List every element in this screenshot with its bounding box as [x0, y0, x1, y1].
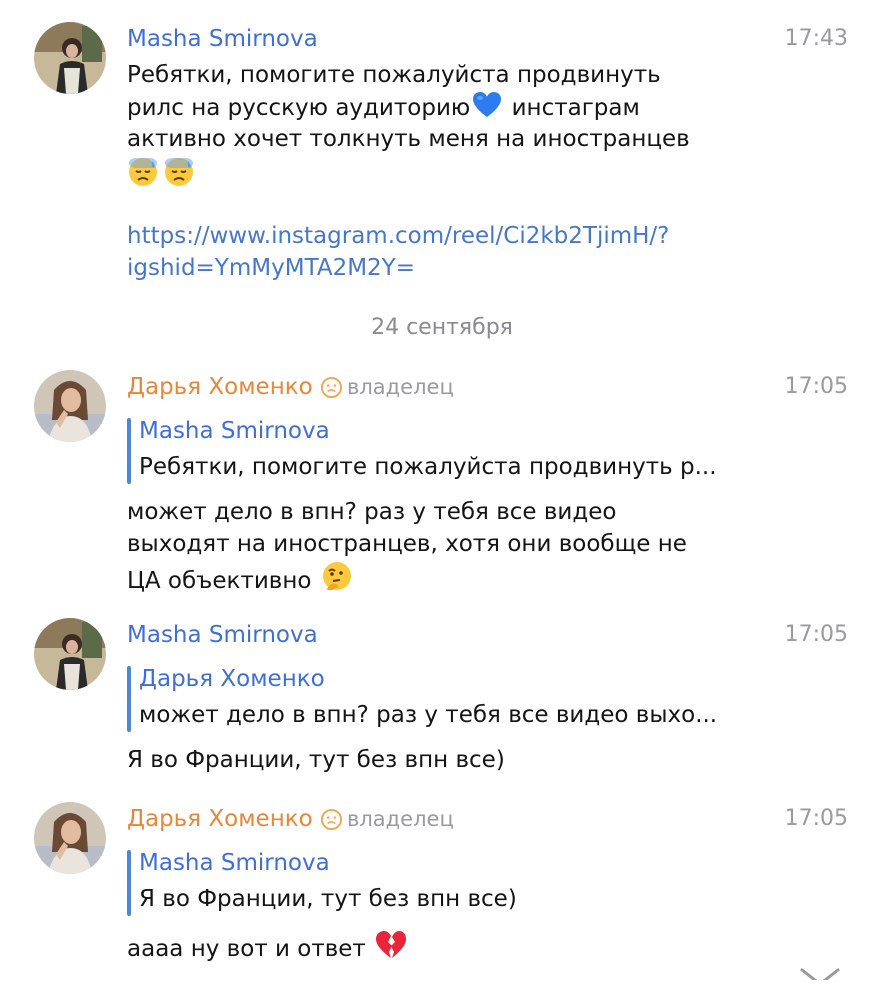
message-line-text: инстаграм: [511, 95, 640, 121]
reply-bar: [127, 666, 131, 732]
reply-author: Masha Smirnova: [139, 850, 330, 876]
reply-text: может дело в впн? раз у тебя все видео в…: [139, 702, 718, 728]
message-time: 17:05: [784, 374, 848, 399]
chevron-down-icon: [800, 968, 840, 984]
message-line: ЦА объективно: [127, 560, 355, 601]
thinking-icon: [321, 560, 353, 601]
message-3: Masha Smirnova 17:05 Дарья Хоменко может…: [0, 608, 884, 788]
message-line: Ребятки, помогите пожалуйста продвинуть: [127, 62, 661, 88]
message-line: Я во Франции, тут без впн все): [127, 747, 505, 773]
reply-quote[interactable]: Masha Smirnova Ребятки, помогите пожалуй…: [127, 416, 747, 488]
emoji-line: [127, 155, 197, 196]
avatar-darya[interactable]: [34, 802, 106, 874]
message-line-text: аааа ну вот и ответ: [127, 936, 366, 962]
message-line: активно хочет толкнуть меня на иностранц…: [127, 126, 690, 152]
broken-heart-icon: [375, 930, 407, 969]
reply-bar: [127, 418, 131, 484]
message-line: аааа ну вот и ответ: [127, 930, 409, 969]
scroll-down-button[interactable]: [792, 958, 848, 984]
author-name[interactable]: Дарья Хоменко: [127, 804, 313, 834]
instagram-link-continued[interactable]: igshid=YmMyMTA2M2Y=: [127, 252, 415, 284]
author-name[interactable]: Дарья Хоменко: [127, 372, 313, 402]
face-icon: [320, 808, 343, 831]
avatar-darya[interactable]: [34, 370, 106, 442]
date-separator: 24 сентября: [371, 315, 513, 340]
message-line: может дело в впн? раз у тебя все видео: [127, 499, 617, 525]
downcast-sweat-icon: [127, 155, 159, 196]
reply-text: Ребятки, помогите пожалуйста продвинуть …: [139, 454, 717, 480]
instagram-link[interactable]: https://www.instagram.com/reel/Ci2kb2Tji…: [127, 220, 669, 252]
message-time: 17:05: [784, 622, 848, 647]
reply-author: Дарья Хоменко: [139, 666, 325, 692]
message-line-text: рилс на русскую аудиторию: [127, 95, 471, 121]
face-icon: [320, 376, 343, 399]
author-name[interactable]: Masha Smirnova: [127, 620, 318, 650]
role-badge: владелец: [347, 375, 454, 399]
message-4: Дарья Хоменко владелец 17:05 Masha Smirn…: [0, 792, 884, 980]
downcast-sweat-icon: [163, 155, 195, 196]
reply-quote[interactable]: Masha Smirnova Я во Франции, тут без впн…: [127, 848, 747, 920]
message-1: Masha Smirnova 17:43 Ребятки, помогите п…: [0, 0, 884, 300]
message-time: 17:05: [784, 806, 848, 831]
author-name[interactable]: Masha Smirnova: [127, 24, 318, 54]
reply-quote[interactable]: Дарья Хоменко может дело в впн? раз у те…: [127, 664, 747, 736]
avatar-masha[interactable]: [34, 22, 106, 94]
reply-text: Я во Франции, тут без впн все): [139, 886, 517, 912]
message-line: выходят на иностранцев, хотя они вообще …: [127, 531, 687, 557]
message-time: 17:43: [784, 26, 848, 51]
role-badge: владелец: [347, 807, 454, 831]
message-line-text: ЦА объективно: [127, 568, 312, 594]
reply-author: Masha Smirnova: [139, 418, 330, 444]
avatar-masha[interactable]: [34, 618, 106, 690]
message-2: Дарья Хоменко владелец 17:05 Masha Smirn…: [0, 360, 884, 600]
reply-bar: [127, 850, 131, 916]
